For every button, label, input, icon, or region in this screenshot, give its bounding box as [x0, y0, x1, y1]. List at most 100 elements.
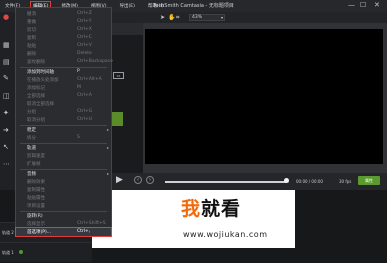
menu-item-shortcut: S: [77, 135, 80, 140]
chevron-down-icon: ▾: [220, 15, 223, 20]
watermark-url: www.wojiukan.com: [183, 230, 268, 239]
menu-item-label: 稳定: [27, 128, 36, 133]
edit-menu-dropdown: 撤消 Ctrl+Z 重做 Ctrl+Y 剪切 Ctrl+X 复制 Ctrl+C 粘贴 Ctrl+V…: [15, 7, 113, 237]
menu-item[interactable]: 旋转(R): [16, 212, 111, 220]
menu-item-label: 删除效果: [27, 180, 45, 185]
menu-item-label: 粘贴属性: [27, 196, 45, 201]
menu-item-label: 撤消: [27, 12, 36, 17]
menu-item-shortcut: Ctrl+C: [77, 35, 92, 40]
menu-item-label: 粘贴: [27, 44, 36, 49]
transitions-icon[interactable]: ◫: [3, 92, 10, 100]
record-icon[interactable]: ●: [3, 13, 9, 21]
menu-item-shortcut: Ctrl+Backspace: [77, 59, 113, 64]
menu-item-label: 在播放头处添加: [27, 78, 59, 83]
menu-item[interactable]: 取消全部选择: [16, 100, 111, 108]
menu-item[interactable]: 轨道: [16, 144, 111, 152]
minimize-icon[interactable]: —: [348, 1, 355, 9]
media-thumbnail-icon[interactable]: ▭: [113, 72, 124, 79]
menu-item-shortcut: Ctrl+U: [77, 117, 93, 122]
hand-tool-icon[interactable]: ✋: [168, 14, 175, 21]
animations-icon[interactable]: ➜: [3, 126, 9, 134]
menu-item-label: 添加到时间轴: [27, 70, 54, 75]
menu-item-label: 添加标记: [27, 86, 45, 91]
menu-item[interactable]: 删除效果: [16, 178, 111, 186]
menu-item-shortcut: M: [77, 85, 81, 90]
menu-item-shortcut: Ctrl+A: [77, 93, 92, 98]
more-icon[interactable]: ⋯: [3, 160, 10, 168]
menu-item[interactable]: 分组 Ctrl+G: [16, 108, 111, 116]
track-label: 轨道 2: [2, 230, 14, 235]
next-frame-icon[interactable]: ›: [146, 176, 154, 184]
preview-canvas[interactable]: [145, 29, 383, 164]
menu-item[interactable]: 选择显示 Ctrl+Shift+S: [16, 220, 111, 228]
menu-item[interactable]: 项目设置: [16, 202, 111, 210]
scrubber-progress: [165, 181, 287, 183]
menu-item[interactable]: 全部选择 Ctrl+A: [16, 92, 111, 100]
menu-item[interactable]: 在播放头处添加 Ctrl+Alt+A: [16, 76, 111, 84]
previous-frame-icon[interactable]: ‹: [134, 176, 142, 184]
menu-item-shortcut: Ctrl+,: [77, 229, 91, 234]
menu-item-label: 取消全部选择: [27, 102, 54, 107]
cursor-effects-icon[interactable]: ↖: [3, 143, 9, 151]
menu-item-preferences[interactable]: 首选项(P)... Ctrl+,: [15, 227, 112, 237]
menu-item[interactable]: 添加到时间轴 P: [16, 68, 111, 76]
menu-item-label: 重做: [27, 20, 36, 25]
play-icon[interactable]: ▶: [116, 175, 123, 185]
playback-time: 00:00 / 00:00: [296, 179, 323, 184]
menu-item[interactable]: 粘贴 Ctrl+V: [16, 42, 111, 50]
menu-item-label: 首选项(P)...: [27, 230, 52, 235]
zoom-value: 43%: [192, 15, 203, 20]
menu-item[interactable]: 复制 Ctrl+C: [16, 34, 111, 42]
menu-item[interactable]: 拆分 S: [16, 134, 111, 142]
menu-item[interactable]: 粘贴属性: [16, 194, 111, 202]
menu-item[interactable]: 扩展帧: [16, 160, 111, 168]
menu-item-shortcut: Ctrl+G: [77, 109, 93, 114]
menu-item-shortcut: Delete: [77, 51, 92, 56]
close-icon[interactable]: ✕: [374, 1, 380, 9]
scrubber-track[interactable]: [165, 181, 289, 183]
menu-item-shortcut: Ctrl+Shift+S: [77, 221, 106, 226]
timeline-track[interactable]: 轨道 1: [0, 242, 92, 262]
menu-item-shortcut: Ctrl+Y: [77, 19, 92, 24]
arrow-tool-icon[interactable]: ➤: [160, 14, 165, 21]
menu-item-label: 轨道: [27, 146, 36, 151]
scrubber-handle[interactable]: [284, 178, 290, 183]
menu-item[interactable]: 剪辑速度: [16, 152, 111, 160]
crop-tool-icon[interactable]: ⌗: [176, 14, 179, 22]
menu-item-shortcut: Ctrl+X: [77, 27, 92, 32]
menu-item-label: 波纹删除: [27, 60, 45, 65]
menu-item-label: 取消分组: [27, 118, 45, 123]
menu-item[interactable]: 删除 Delete: [16, 50, 111, 58]
menu-item[interactable]: 稳定: [16, 126, 111, 134]
menu-item-shortcut: Ctrl+Alt+A: [77, 77, 102, 82]
annotations-icon[interactable]: ✎: [3, 74, 9, 82]
menu-item-label: 剪辑速度: [27, 154, 45, 159]
menu-item[interactable]: 复制属性: [16, 186, 111, 194]
menu-item[interactable]: 添加标记 M: [16, 84, 111, 92]
menu-item[interactable]: 重做 Ctrl+Y: [16, 18, 111, 26]
menu-item-label: 拆分: [27, 136, 36, 141]
maximize-icon[interactable]: ☐: [360, 1, 366, 9]
menu-item-label: 项目设置: [27, 204, 45, 209]
menu-item-shortcut: P: [77, 69, 80, 74]
library-icon[interactable]: ▤: [3, 58, 10, 66]
menu-item-shortcut: Ctrl+V: [77, 43, 92, 48]
menu-item-label: 扩展帧: [27, 162, 41, 167]
behaviors-icon[interactable]: ✦: [3, 109, 9, 117]
menu-item[interactable]: 波纹删除 Ctrl+Backspace: [16, 58, 113, 66]
properties-button[interactable]: 属性: [358, 176, 380, 185]
zoom-select[interactable]: 43% ▾: [189, 14, 225, 21]
menu-item-label: 分组: [27, 110, 36, 115]
menu-item[interactable]: 剪切 Ctrl+X: [16, 26, 111, 34]
menu-item[interactable]: 撤消 Ctrl+Z: [16, 10, 111, 18]
watermark-logo-rest: 就看: [201, 198, 242, 220]
menu-item-label: 复制属性: [27, 188, 45, 193]
menu-item[interactable]: 音频: [16, 170, 111, 178]
menu-item[interactable]: 取消分组 Ctrl+U: [16, 116, 111, 124]
media-icon[interactable]: ▦: [3, 41, 10, 49]
track-toggle-icon[interactable]: [19, 250, 23, 254]
menu-item-label: 复制: [27, 36, 36, 41]
track-label: 轨道 1: [2, 250, 14, 255]
menu-item-shortcut: Ctrl+Z: [77, 11, 92, 16]
media-clip-thumbnail[interactable]: [111, 112, 123, 126]
